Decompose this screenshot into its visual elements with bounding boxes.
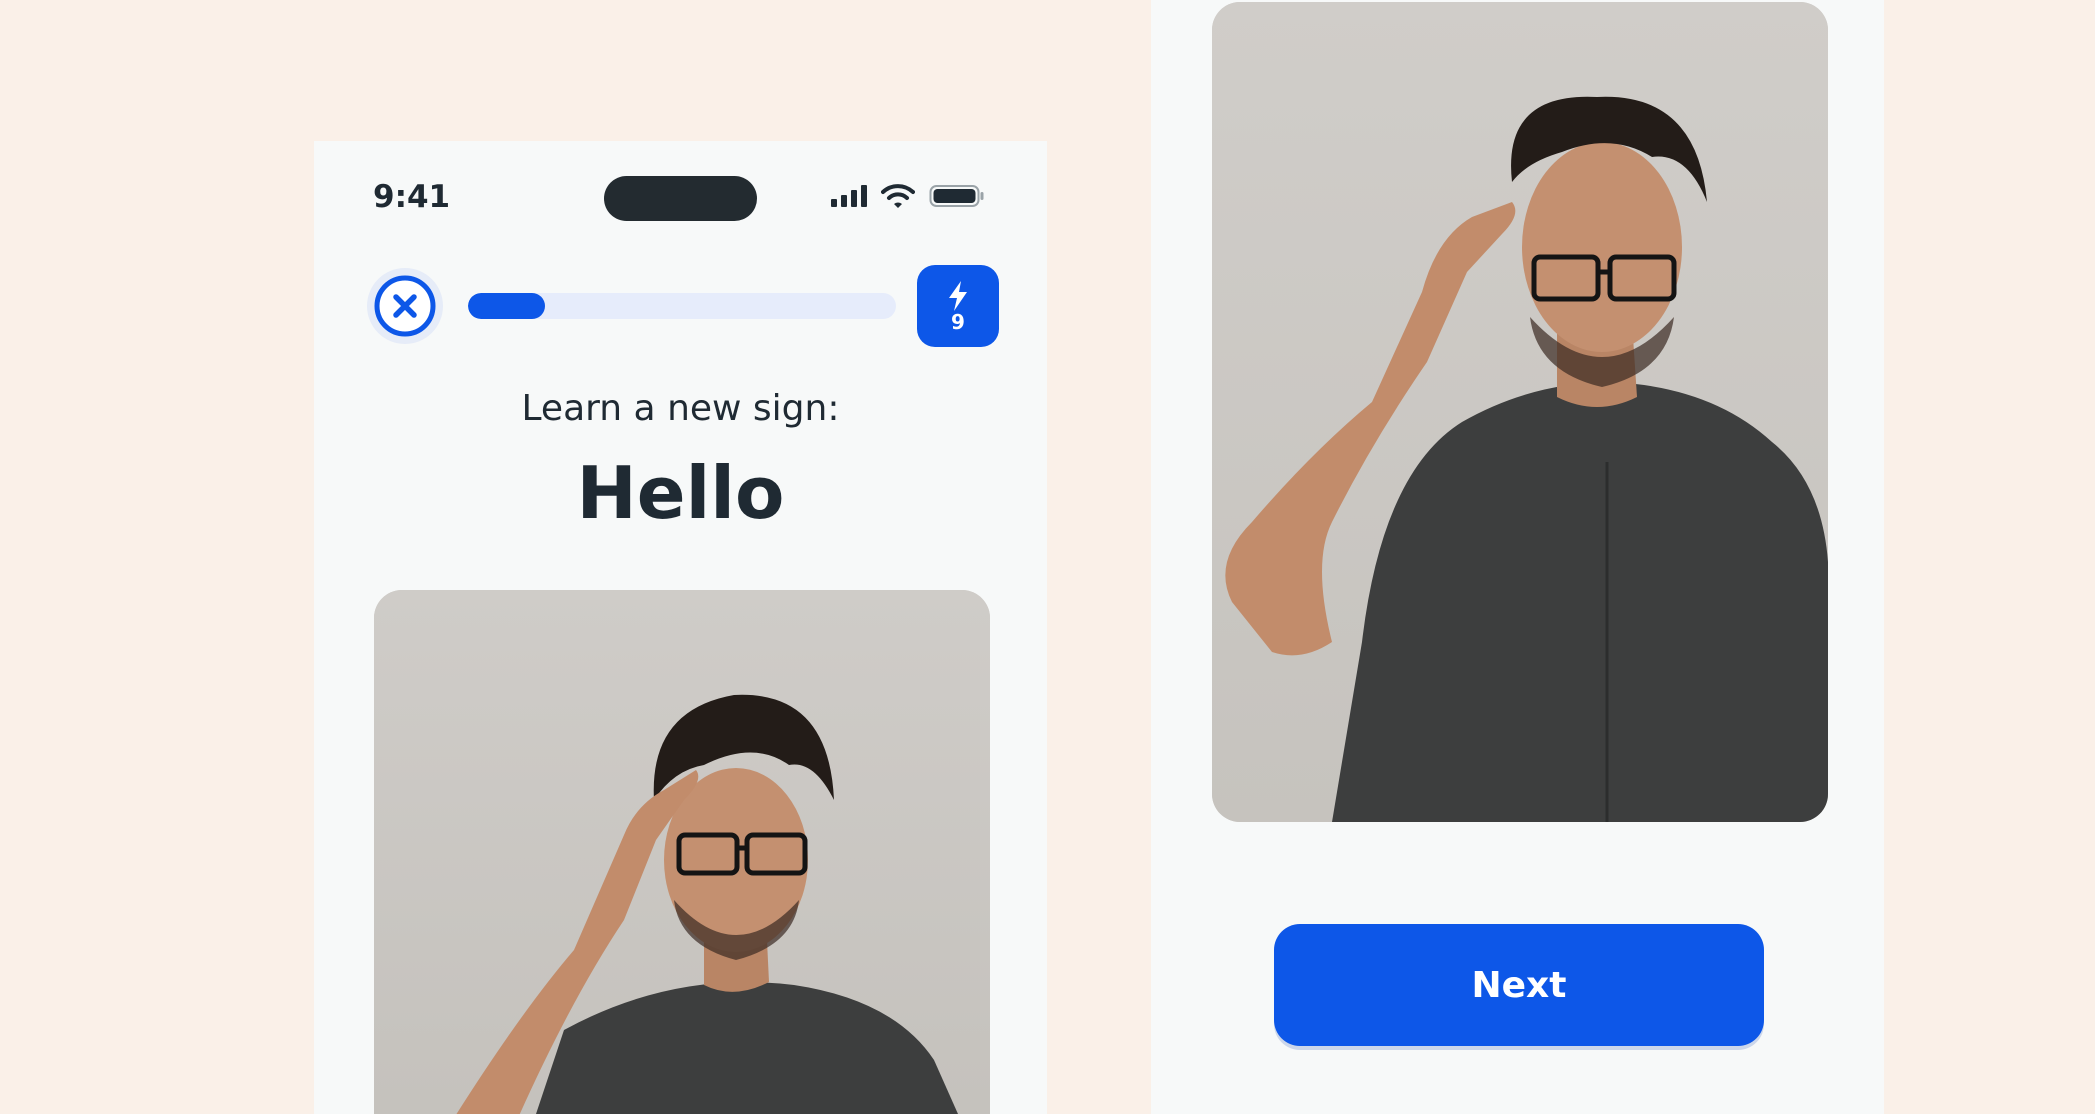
lesson-progress-fill	[468, 293, 546, 319]
lesson-progress-bar	[468, 293, 896, 319]
next-button[interactable]: Next	[1274, 924, 1764, 1046]
lesson-screen-continued: Next	[1151, 0, 1884, 1114]
person-signing-hello-video	[374, 590, 990, 1114]
wifi-icon	[881, 184, 915, 208]
status-time: 9:41	[373, 179, 451, 215]
lightning-bolt-icon	[949, 281, 967, 311]
close-button[interactable]	[367, 268, 443, 344]
close-circle-icon	[374, 275, 436, 337]
cellular-signal-icon	[831, 185, 867, 207]
sign-video[interactable]	[374, 590, 990, 1114]
lesson-prompt: Learn a new sign:	[521, 388, 840, 429]
dynamic-island	[604, 176, 757, 221]
sign-word: Hello	[576, 451, 785, 535]
streak-badge[interactable]: 9	[917, 265, 999, 347]
lesson-screen: 9:41 9 Learn a new sign: Hello	[314, 141, 1047, 1114]
status-icons	[831, 183, 985, 209]
battery-icon	[929, 185, 984, 207]
sign-video-enlarged[interactable]	[1212, 2, 1828, 822]
person-signing-hello-video	[1212, 2, 1828, 822]
streak-count: 9	[951, 310, 965, 334]
